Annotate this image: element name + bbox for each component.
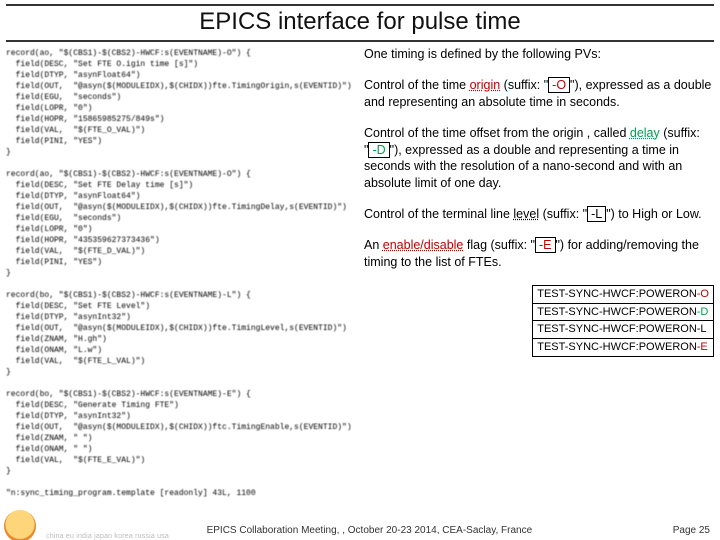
table-row: TEST-SYNC-HWCF:POWERON-O bbox=[533, 285, 714, 303]
footer: EPICS Collaboration Meeting, , October 2… bbox=[0, 518, 720, 540]
delay-paragraph: Control of the time offset from the orig… bbox=[364, 125, 714, 193]
delay-suffix: -D bbox=[368, 142, 389, 158]
origin-keyword: origin bbox=[470, 78, 501, 92]
level-suffix: -L bbox=[587, 206, 606, 222]
code-listing: record(ao, "$(CBS1)-$(CBS2)-HWCF:s(EVENT… bbox=[6, 46, 356, 499]
page-number: Page 25 bbox=[673, 525, 710, 536]
footer-caption: EPICS Collaboration Meeting, , October 2… bbox=[66, 525, 673, 536]
enable-paragraph: An enable/disable flag (suffix: "-E") fo… bbox=[364, 237, 714, 271]
origin-paragraph: Control of the time origin (suffix: "-O"… bbox=[364, 77, 714, 111]
origin-suffix: -O bbox=[548, 77, 570, 93]
delay-keyword: delay bbox=[630, 126, 660, 140]
enable-keyword: enable/disable bbox=[383, 238, 464, 252]
enable-suffix: -E bbox=[535, 237, 556, 253]
level-keyword: level bbox=[513, 207, 539, 221]
table-row: TEST-SYNC-HWCF:POWERON-L bbox=[533, 321, 714, 339]
table-row: TEST-SYNC-HWCF:POWERON-D bbox=[533, 303, 714, 321]
pv-table: TEST-SYNC-HWCF:POWERON-OTEST-SYNC-HWCF:P… bbox=[532, 285, 714, 357]
page-title: EPICS interface for pulse time bbox=[199, 8, 520, 35]
level-paragraph: Control of the terminal line level (suff… bbox=[364, 206, 714, 223]
title-bar: EPICS interface for pulse time bbox=[6, 4, 714, 42]
table-row: TEST-SYNC-HWCF:POWERON-E bbox=[533, 339, 714, 357]
intro-text: One timing is defined by the following P… bbox=[364, 46, 714, 63]
description-column: One timing is defined by the following P… bbox=[356, 46, 714, 499]
main-content: record(ao, "$(CBS1)-$(CBS2)-HWCF:s(EVENT… bbox=[0, 46, 720, 499]
